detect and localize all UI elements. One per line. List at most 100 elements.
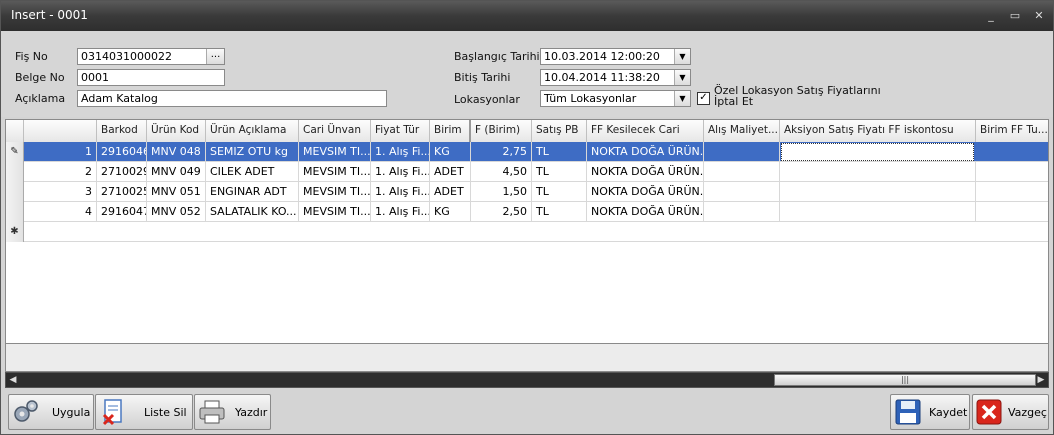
delete-list-icon [102, 399, 122, 426]
satis-pb-cell[interactable]: TL [532, 202, 587, 222]
table-row[interactable]: 4 2916047 MNV 052 SALATALIK KO... MEVSIM… [6, 202, 1048, 222]
f-birim-cell[interactable]: 4,50 [471, 162, 532, 182]
fiyat-tur-cell[interactable]: 1. Alış Fi... [371, 162, 430, 182]
new-row[interactable]: ✱ [6, 222, 1048, 242]
fis-no-lookup-button[interactable]: ... [206, 49, 224, 64]
header-alis-maliyet[interactable]: Alış Maliyet... [704, 120, 780, 142]
header-birim[interactable]: Birim [430, 120, 471, 142]
header-aksiyon-satis[interactable]: Aksiyon Satış Fiyatı FF iskontosu [780, 120, 976, 142]
horizontal-scrollbar[interactable]: ◀ ||| ▶ [5, 372, 1049, 388]
bitis-tarihi-picker[interactable]: 10.04.2014 11:38:20 ▼ [540, 69, 691, 86]
close-icon[interactable]: ✕ [1031, 9, 1047, 23]
urun-aciklama-cell[interactable]: CILEK ADET [206, 162, 299, 182]
fiyat-tur-cell[interactable]: 1. Alış Fi... [371, 202, 430, 222]
liste-sil-label: Liste Sil [144, 406, 187, 419]
aksiyon-satis-cell[interactable] [780, 202, 976, 222]
barkod-cell[interactable]: 2710025 [97, 182, 147, 202]
belge-no-field[interactable]: 0001 [77, 69, 225, 86]
bitis-dropdown-icon[interactable]: ▼ [674, 70, 690, 85]
urun-kod-cell[interactable]: MNV 052 [147, 202, 206, 222]
satis-pb-cell[interactable]: TL [532, 162, 587, 182]
aciklama-field[interactable]: Adam Katalog [77, 90, 387, 107]
header-urun-aciklama[interactable]: Ürün Açıklama [206, 120, 299, 142]
liste-sil-button[interactable]: Liste Sil [95, 394, 193, 430]
ff-kesilecek-cari-cell[interactable]: NOKTA DOĞA ÜRÜN... [587, 182, 704, 202]
urun-aciklama-cell[interactable]: SEMIZ OTU kg [206, 142, 299, 162]
row-number: 2 [24, 162, 97, 182]
header-cari-unvan[interactable]: Cari Ünvan [299, 120, 371, 142]
scroll-left-icon[interactable]: ◀ [6, 373, 20, 387]
aksiyon-satis-cell[interactable] [780, 162, 976, 182]
header-fiyat-tur[interactable]: Fiyat Tür [371, 120, 430, 142]
birim-ff-tutar-cell[interactable] [976, 182, 1048, 202]
fiyat-tur-cell[interactable]: 1. Alış Fi... [371, 182, 430, 202]
vazgec-button[interactable]: Vazgeç [972, 394, 1049, 430]
scroll-thumb[interactable]: ||| [774, 374, 1036, 386]
birim-cell[interactable]: ADET [430, 162, 471, 182]
birim-cell[interactable]: ADET [430, 182, 471, 202]
header-barkod[interactable]: Barkod [97, 120, 147, 142]
lokasyonlar-select[interactable]: Tüm Lokasyonlar ▼ [540, 90, 691, 107]
scroll-right-icon[interactable]: ▶ [1034, 373, 1048, 387]
urun-kod-cell[interactable]: MNV 048 [147, 142, 206, 162]
table-row[interactable]: ✎ 1 2916046 MNV 048 SEMIZ OTU kg MEVSIM … [6, 142, 1048, 162]
header-urun-kod[interactable]: Ürün Kod [147, 120, 206, 142]
alis-maliyet-cell[interactable] [704, 182, 780, 202]
aksiyon-satis-cell[interactable] [780, 182, 976, 202]
cari-unvan-cell[interactable]: MEVSIM TI... [299, 182, 371, 202]
yazdir-label: Yazdır [235, 406, 268, 419]
printer-icon [199, 400, 225, 424]
alis-maliyet-cell[interactable] [704, 202, 780, 222]
lokasyonlar-label: Lokasyonlar [454, 93, 520, 106]
f-birim-cell[interactable]: 1,50 [471, 182, 532, 202]
birim-cell[interactable]: KG [430, 142, 471, 162]
row-number: 1 [24, 142, 97, 162]
minimize-icon[interactable]: _ [983, 9, 999, 23]
barkod-cell[interactable]: 2710029 [97, 162, 147, 182]
aksiyon-satis-edit-cell[interactable] [781, 143, 974, 161]
urun-aciklama-cell[interactable]: SALATALIK KO... [206, 202, 299, 222]
alis-maliyet-cell[interactable] [704, 142, 780, 162]
header-f-birim[interactable]: F (Birim) [471, 120, 532, 142]
cari-unvan-cell[interactable]: MEVSIM TI... [299, 202, 371, 222]
baslangic-tarihi-picker[interactable]: 10.03.2014 12:00:20 ▼ [540, 48, 691, 65]
barkod-cell[interactable]: 2916047 [97, 202, 147, 222]
uygula-button[interactable]: Uygula [8, 394, 94, 430]
urun-kod-cell[interactable]: MNV 051 [147, 182, 206, 202]
header-satis-pb[interactable]: Satış PB [532, 120, 587, 142]
cari-unvan-cell[interactable]: MEVSIM TI... [299, 162, 371, 182]
baslangic-dropdown-icon[interactable]: ▼ [674, 49, 690, 64]
ozel-lokasyon-checkbox[interactable]: ✓ [697, 92, 710, 105]
vazgec-label: Vazgeç [1008, 406, 1047, 419]
cari-unvan-cell[interactable]: MEVSIM TI... [299, 142, 371, 162]
lokasyonlar-dropdown-icon[interactable]: ▼ [674, 91, 690, 106]
baslangic-tarihi-value: 10.03.2014 12:00:20 [544, 50, 660, 63]
barkod-cell[interactable]: 2916046 [97, 142, 147, 162]
birim-ff-tutar-cell[interactable] [976, 202, 1048, 222]
ff-kesilecek-cari-cell[interactable]: NOKTA DOĞA ÜRÜN... [587, 142, 704, 162]
table-row[interactable]: 2 2710029 MNV 049 CILEK ADET MEVSIM TI..… [6, 162, 1048, 182]
satis-pb-cell[interactable]: TL [532, 182, 587, 202]
urun-aciklama-cell[interactable]: ENGINAR ADT [206, 182, 299, 202]
ff-kesilecek-cari-cell[interactable]: NOKTA DOĞA ÜRÜN... [587, 162, 704, 182]
birim-ff-tutar-cell[interactable] [976, 142, 1048, 162]
fis-no-field[interactable]: 0314031000022 ... [77, 48, 225, 65]
header-birim-ff-tutar[interactable]: Birim FF Tu... [976, 120, 1048, 142]
birim-ff-tutar-cell[interactable] [976, 162, 1048, 182]
fis-no-label: Fiş No [15, 50, 48, 63]
header-row-number[interactable] [24, 120, 97, 142]
satis-pb-cell[interactable]: TL [532, 142, 587, 162]
birim-cell[interactable]: KG [430, 202, 471, 222]
urun-kod-cell[interactable]: MNV 049 [147, 162, 206, 182]
kaydet-button[interactable]: Kaydet [890, 394, 970, 430]
f-birim-cell[interactable]: 2,50 [471, 202, 532, 222]
alis-maliyet-cell[interactable] [704, 162, 780, 182]
yazdir-button[interactable]: Yazdır [194, 394, 271, 430]
ff-kesilecek-cari-cell[interactable]: NOKTA DOĞA ÜRÜN... [587, 202, 704, 222]
f-birim-cell[interactable]: 2,75 [471, 142, 532, 162]
table-row[interactable]: 3 2710025 MNV 051 ENGINAR ADT MEVSIM TI.… [6, 182, 1048, 202]
fiyat-tur-cell[interactable]: 1. Alış Fi... [371, 142, 430, 162]
maximize-icon[interactable]: ▭ [1007, 9, 1023, 23]
header-ff-kesilecek-cari[interactable]: FF Kesilecek Cari [587, 120, 704, 142]
header-indicator [6, 120, 24, 142]
